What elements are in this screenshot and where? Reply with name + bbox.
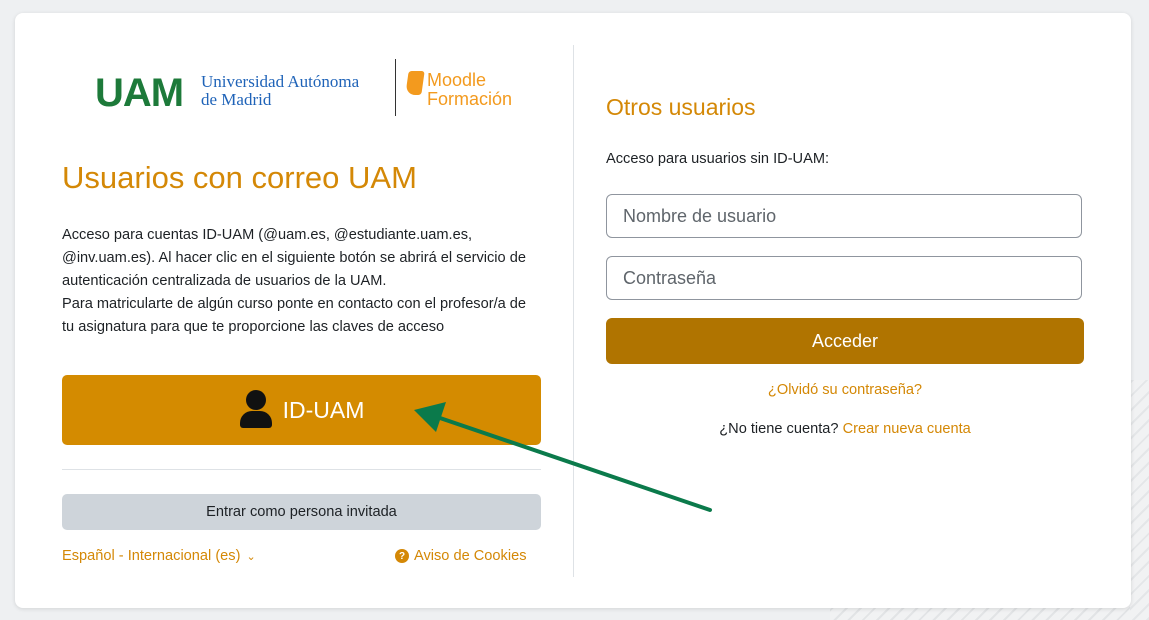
- cookies-label: Aviso de Cookies: [414, 548, 527, 564]
- guest-login-button[interactable]: Entrar como persona invitada: [62, 494, 541, 530]
- university-name-line1: Universidad Autónoma: [201, 72, 360, 91]
- logo-separator: [395, 59, 396, 116]
- no-account-text: ¿No tiene cuenta?: [719, 421, 839, 437]
- password-input[interactable]: [606, 256, 1082, 300]
- language-label: Español - Internacional (es): [62, 548, 241, 564]
- uam-logo-mark: UAM: [95, 71, 184, 115]
- cookies-notice-link[interactable]: ? Aviso de Cookies: [395, 548, 527, 564]
- create-account-link[interactable]: Crear nueva cuenta: [843, 421, 971, 437]
- divider: [62, 469, 541, 470]
- other-users-title: Otros usuarios: [606, 94, 756, 120]
- question-circle-icon: ?: [395, 549, 409, 563]
- moodle-formacion-text: Moodle Formación: [427, 70, 513, 109]
- login-card: UAM Universidad Autónoma de Madrid Moodl…: [15, 13, 1131, 608]
- column-divider: [573, 45, 574, 577]
- chevron-down-icon: ⌄: [246, 551, 256, 563]
- language-selector[interactable]: Español - Internacional (es) ⌄: [62, 548, 256, 564]
- username-input[interactable]: [606, 194, 1082, 238]
- login-button[interactable]: Acceder: [606, 318, 1084, 364]
- description-paragraph-1: Acceso para cuentas ID-UAM (@uam.es, @es…: [62, 227, 526, 289]
- id-uam-login-button[interactable]: ID-UAM: [62, 375, 541, 445]
- moodle-logo-icon: [405, 71, 425, 95]
- signup-row: ¿No tiene cuenta? Crear nueva cuenta: [606, 421, 1084, 437]
- university-name-line2: de Madrid: [201, 90, 272, 109]
- description-paragraph-2: Para matricularte de algún curso ponte e…: [62, 296, 527, 335]
- university-name: Universidad Autónoma de Madrid: [201, 73, 401, 109]
- forgot-password-link[interactable]: ¿Olvidó su contraseña?: [606, 382, 1084, 398]
- uam-users-description: Acceso para cuentas ID-UAM (@uam.es, @es…: [62, 224, 542, 339]
- user-icon: [239, 390, 273, 430]
- uam-moodle-logo: UAM Universidad Autónoma de Madrid Moodl…: [95, 59, 525, 119]
- id-uam-button-label: ID-UAM: [282, 396, 365, 423]
- uam-users-title: Usuarios con correo UAM: [62, 160, 417, 195]
- other-users-subtitle: Acceso para usuarios sin ID-UAM:: [606, 151, 830, 167]
